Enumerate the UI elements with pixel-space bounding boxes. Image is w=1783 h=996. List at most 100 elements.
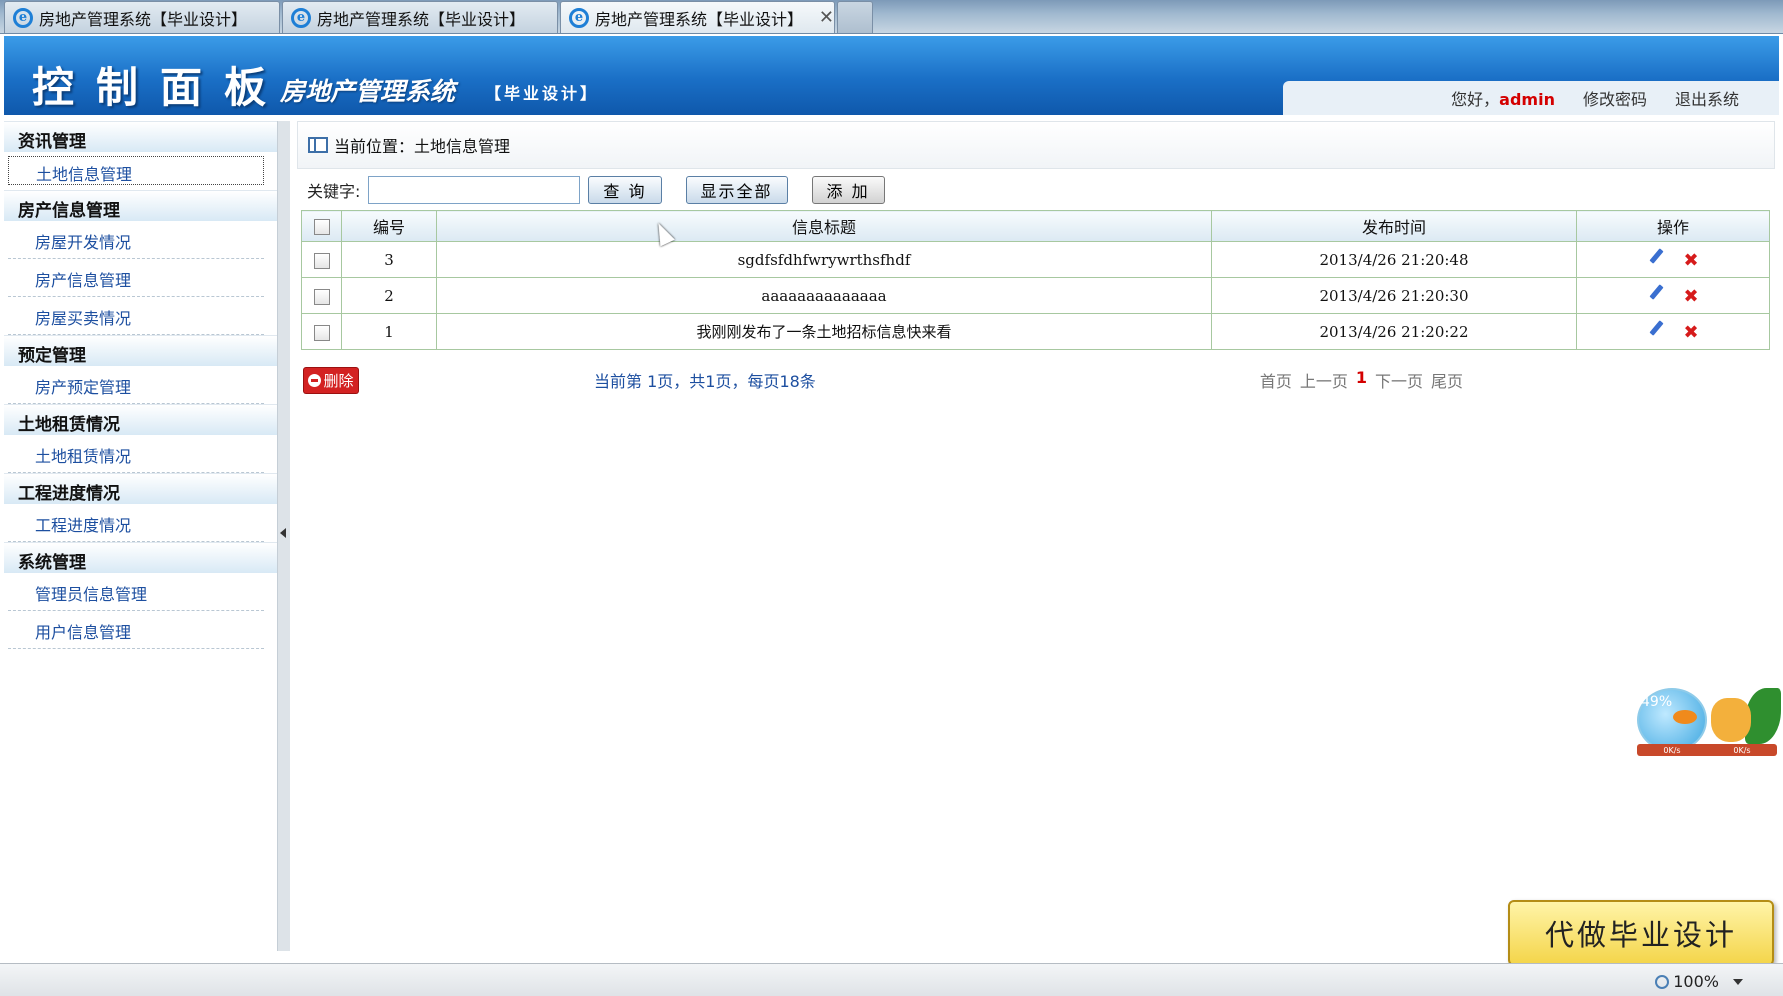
tab-title: 房地产管理系统【毕业设计】 [39,9,248,29]
row-actions: ✖ [1576,277,1770,314]
collapse-arrow-icon[interactable] [280,528,286,538]
table-footer: 删除 当前第 1页，共1页，每页18条 首页 上一页 1 下一页 尾页 [297,358,1775,402]
add-button[interactable]: 添 加 [811,176,885,204]
row-id: 1 [341,313,437,350]
browser-tab-3-active[interactable]: e 房地产管理系统【毕业设计】 ✕ [560,1,835,33]
sidebar-section-system[interactable]: 系统管理 [4,542,278,573]
zoom-level: 100% [1673,972,1719,991]
batch-delete-button[interactable]: 删除 [304,367,358,393]
new-tab-button[interactable] [837,1,873,33]
header-title: 控制面板 [32,63,289,112]
keyword-input[interactable] [368,176,581,204]
show-all-button[interactable]: 显示全部 [685,176,788,204]
upload-speed: 0K/s [1663,745,1681,755]
col-title-header: 信息标题 [436,210,1212,242]
sidebar-section-project-progress[interactable]: 工程进度情况 [4,473,278,504]
sidebar-item-land-info[interactable]: 土地信息管理 [8,156,264,185]
cat-icon [1711,698,1751,742]
row-title: 我刚刚发布了一条土地招标信息快来看 [436,313,1212,350]
zoom-dropdown-icon[interactable] [1733,978,1743,985]
change-password-link[interactable]: 修改密码 [1583,86,1647,110]
row-checkbox[interactable] [313,288,330,305]
delete-x-icon[interactable]: ✖ [1683,286,1698,307]
keyword-label: 关键字: [307,182,361,201]
first-page-link[interactable]: 首页 [1260,368,1292,392]
logout-link[interactable]: 退出系统 [1675,86,1739,110]
search-bar: 关键字: 查 询 显示全部 添 加 [297,170,1775,210]
sidebar-item-admin-info[interactable]: 管理员信息管理 [8,573,264,611]
row-title: aaaaaaaaaaaaaa [436,277,1212,314]
row-checkbox[interactable] [313,324,330,341]
tab-title: 房地产管理系统【毕业设计】 [317,9,526,29]
browser-tab-1[interactable]: e 房地产管理系统【毕业设计】 [4,1,280,33]
sidebar: 资讯管理 土地信息管理 房产信息管理 房屋开发情况 房产信息管理 房屋买卖情况 … [4,121,278,951]
edit-pencil-icon[interactable] [1647,320,1665,338]
delete-x-icon[interactable]: ✖ [1683,250,1698,271]
sidebar-section-reservation[interactable]: 预定管理 [4,335,278,366]
header-tag: 【毕业设计】 [485,84,600,103]
table-row: 3 sgdfsfdhfwrywrthsfhdf 2013/4/26 21:20:… [301,241,1770,278]
sidebar-section-news[interactable]: 资讯管理 [4,121,278,152]
header-banner: 控制面板 房地产管理系统 【毕业设计】 您好，admin 修改密码 退出系统 [4,36,1779,115]
header-subtitle: 房地产管理系统 [280,77,456,106]
zoom-magnifier-icon [1655,974,1670,989]
edit-pencil-icon[interactable] [1647,248,1665,266]
col-time-header: 发布时间 [1211,210,1577,242]
last-page-link[interactable]: 尾页 [1431,368,1463,392]
sidebar-section-property[interactable]: 房产信息管理 [4,190,278,221]
fish-icon [1673,710,1697,724]
location-icon [308,137,328,153]
sidebar-item-house-development[interactable]: 房屋开发情况 [8,221,264,259]
breadcrumb: 当前位置：土地信息管理 [297,121,1775,169]
current-page: 1 [1355,368,1367,387]
row-select-cell [301,241,342,278]
sidebar-item-user-info[interactable]: 用户信息管理 [8,611,264,649]
sidebar-item-house-trading[interactable]: 房屋买卖情况 [8,297,264,335]
browser-tab-2[interactable]: e 房地产管理系统【毕业设计】 [282,1,558,33]
browser-status-bar: 100% [0,963,1783,996]
row-id: 2 [341,277,437,314]
prev-page-link[interactable]: 上一页 [1300,368,1348,392]
sidebar-item-property-reservation[interactable]: 房产预定管理 [8,366,264,404]
next-page-link[interactable]: 下一页 [1375,368,1423,392]
page-info: 当前第 1页，共1页，每页18条 [594,372,816,391]
row-time: 2013/4/26 21:20:22 [1211,313,1577,350]
edit-pencil-icon[interactable] [1647,284,1665,302]
row-checkbox[interactable] [313,252,330,269]
ad-banner[interactable]: 代做毕业设计 [1508,900,1774,966]
sidebar-splitter[interactable] [277,121,290,951]
table-row: 1 我刚刚发布了一条土地招标信息快来看 2013/4/26 21:20:22 ✖ [301,313,1770,350]
select-all-checkbox[interactable] [313,219,330,235]
sidebar-section-land-lease[interactable]: 土地租赁情况 [4,404,278,435]
table-header-row: 编号 信息标题 发布时间 操作 [301,210,1770,242]
query-button[interactable]: 查 询 [588,176,662,204]
table-row: 2 aaaaaaaaaaaaaa 2013/4/26 21:20:30 ✖ [301,277,1770,314]
user-panel: 您好，admin 修改密码 退出系统 [1283,81,1779,115]
sidebar-item-property-info[interactable]: 房产信息管理 [8,259,264,297]
download-speed: 0K/s [1733,745,1751,755]
username: admin [1499,90,1555,109]
sidebar-item-project-progress[interactable]: 工程进度情况 [8,504,264,542]
row-actions: ✖ [1576,241,1770,278]
row-time: 2013/4/26 21:20:48 [1211,241,1577,278]
ie-icon: e [13,7,33,28]
tab-title: 房地产管理系统【毕业设计】 [595,9,804,29]
zoom-control[interactable]: 100% [1655,972,1743,991]
ie-icon: e [569,7,589,28]
delete-x-icon[interactable]: ✖ [1683,322,1698,343]
ie-icon: e [291,7,311,28]
breadcrumb-text: 当前位置：土地信息管理 [334,137,511,156]
widget-percent: 49% [1641,694,1673,710]
row-title: sgdfsfdhfwrywrthsfhdf [436,241,1212,278]
sidebar-item-land-lease[interactable]: 土地租赁情况 [8,435,264,473]
land-info-table: 编号 信息标题 发布时间 操作 3 sgdfsfdhfwrywrthsfhdf … [301,210,1770,350]
close-tab-icon[interactable]: ✕ [819,7,834,28]
row-id: 3 [341,241,437,278]
main-content: 当前位置：土地信息管理 关键字: 查 询 显示全部 添 加 编号 信息标题 发布… [297,121,1775,402]
minus-circle-icon [308,373,322,387]
row-time: 2013/4/26 21:20:30 [1211,277,1577,314]
select-all-header [301,210,342,242]
col-id-header: 编号 [341,210,437,242]
row-select-cell [301,277,342,314]
network-monitor-widget[interactable]: 49% 0K/s 0K/s [1625,684,1783,760]
